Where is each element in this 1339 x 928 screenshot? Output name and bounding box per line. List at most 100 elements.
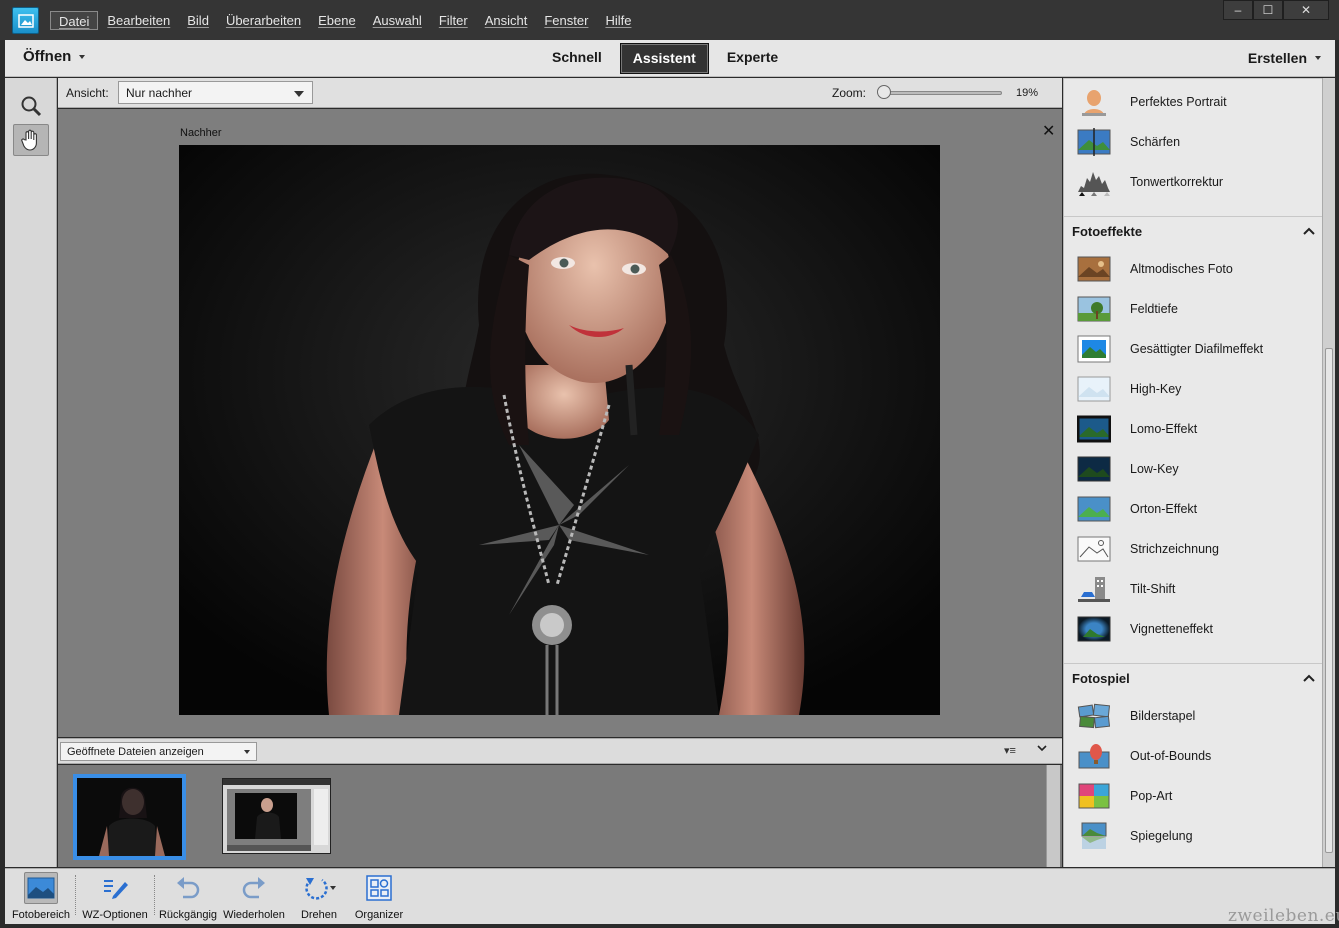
- tool-options-button[interactable]: WZ-Optionen: [79, 872, 151, 922]
- panel-item-perfektes-portrait[interactable]: Perfektes Portrait: [1076, 85, 1316, 119]
- low-key-icon: [1076, 454, 1112, 484]
- tab-assistent[interactable]: Assistent: [619, 43, 709, 74]
- panel-item-label: Pop-Art: [1130, 789, 1173, 803]
- pop-art-icon: [1076, 781, 1112, 811]
- redo-icon: [237, 872, 271, 904]
- close-window-button[interactable]: ✕: [1283, 0, 1329, 20]
- thumbnail-1[interactable]: [73, 774, 186, 860]
- title-bar: Datei Bearbeiten Bild Überarbeiten Ebene…: [0, 0, 1339, 40]
- panel-item-gesaettigter-diafilmeffekt[interactable]: Gesättigter Diafilmeffekt: [1076, 332, 1316, 366]
- rotate-icon: [302, 872, 336, 904]
- panel-item-spiegelung[interactable]: Spiegelung: [1076, 819, 1316, 853]
- menu-ansicht[interactable]: Ansicht: [477, 11, 536, 30]
- panel-item-label: Spiegelung: [1130, 829, 1193, 843]
- open-button[interactable]: Öffnen: [23, 48, 86, 65]
- chevron-up-icon: [1303, 674, 1315, 682]
- panel-item-label: Low-Key: [1130, 462, 1179, 476]
- portrait-photo: [179, 145, 940, 715]
- bin-select-value: Geöffnete Dateien anzeigen: [67, 746, 204, 758]
- thumbnail-image: [77, 778, 182, 856]
- panel-item-low-key[interactable]: Low-Key: [1076, 452, 1316, 486]
- thumbnail-2[interactable]: [222, 778, 331, 854]
- panel-item-altmodisches-foto[interactable]: Altmodisches Foto: [1076, 252, 1316, 286]
- options-bar: Ansicht: Nur nachher Zoom: 19%: [58, 78, 1062, 108]
- close-view-button[interactable]: ✕: [1042, 121, 1055, 141]
- panel-item-out-of-bounds[interactable]: Out-of-Bounds: [1076, 739, 1316, 773]
- menu-hilfe[interactable]: Hilfe: [597, 11, 639, 30]
- bottom-button-label: WZ-Optionen: [82, 909, 148, 921]
- panel-item-feldtiefe[interactable]: Feldtiefe: [1076, 292, 1316, 326]
- maximize-button[interactable]: ☐: [1253, 0, 1283, 20]
- orton-icon: [1076, 494, 1112, 524]
- guided-panel: Perfektes Portrait Schärfen Tonwertkorre…: [1063, 78, 1322, 867]
- panel-item-label: Lomo-Effekt: [1130, 422, 1198, 436]
- panel-item-orton-effekt[interactable]: Orton-Effekt: [1076, 492, 1316, 526]
- photo-bin: [58, 765, 1062, 867]
- panel-item-tonwertkorrektur[interactable]: Tonwertkorrektur: [1076, 165, 1316, 199]
- bottom-bar: Fotobereich WZ-Optionen Rückgängig Wiede…: [5, 868, 1335, 924]
- tab-schnell[interactable]: Schnell: [540, 43, 614, 74]
- panel-item-label: Gesättigter Diafilmeffekt: [1130, 342, 1264, 356]
- menu-datei[interactable]: Datei: [50, 11, 99, 30]
- menu-bild[interactable]: Bild: [179, 11, 217, 30]
- panel-item-lomo-effekt[interactable]: Lomo-Effekt: [1076, 412, 1316, 446]
- panel-item-high-key[interactable]: High-Key: [1076, 372, 1316, 406]
- panel-item-pop-art[interactable]: Pop-Art: [1076, 779, 1316, 813]
- zoom-slider[interactable]: [880, 91, 1002, 95]
- redo-button[interactable]: Wiederholen: [221, 872, 287, 922]
- panel-item-tilt-shift[interactable]: Tilt-Shift: [1076, 572, 1316, 606]
- out-of-bounds-icon: [1076, 741, 1112, 771]
- menu-filter[interactable]: Filter: [431, 11, 476, 30]
- bin-select[interactable]: Geöffnete Dateien anzeigen: [60, 742, 257, 761]
- panel-scrollbar-thumb[interactable]: [1325, 348, 1333, 853]
- chevron-down-icon: [294, 91, 304, 97]
- menu-ueberarbeiten[interactable]: Überarbeiten: [218, 11, 309, 30]
- panel-item-vignetteneffekt[interactable]: Vignetteneffekt: [1076, 612, 1316, 646]
- menu-auswahl[interactable]: Auswahl: [365, 11, 430, 30]
- photo-image[interactable]: [179, 145, 940, 715]
- zoom-tool[interactable]: [13, 90, 49, 122]
- tab-experte[interactable]: Experte: [715, 43, 790, 74]
- tilt-shift-icon: [1076, 574, 1112, 604]
- organizer-icon: [362, 872, 396, 904]
- menu-fenster[interactable]: Fenster: [536, 11, 596, 30]
- menu-bearbeiten[interactable]: Bearbeiten: [99, 11, 178, 30]
- zoom-slider-thumb[interactable]: [877, 85, 891, 99]
- panel-item-strichzeichnung[interactable]: Strichzeichnung: [1076, 532, 1316, 566]
- panel-item-label: Altmodisches Foto: [1130, 262, 1233, 276]
- bin-menu-icon[interactable]: ▾≡: [1004, 744, 1016, 757]
- menu-ebene[interactable]: Ebene: [310, 11, 364, 30]
- create-button[interactable]: Erstellen: [1248, 50, 1321, 66]
- old-photo-icon: [1076, 254, 1112, 284]
- section-title: Fotospiel: [1072, 670, 1130, 686]
- watermark: zweileben.eu: [1228, 906, 1339, 926]
- panel-item-label: Feldtiefe: [1130, 302, 1178, 316]
- minimize-button[interactable]: ‒: [1223, 0, 1253, 20]
- bottom-button-label: Rückgängig: [158, 909, 218, 921]
- photo-bin-icon: [24, 872, 58, 904]
- hand-tool[interactable]: [13, 124, 49, 156]
- zoom-value: 19%: [1016, 87, 1039, 99]
- panel-item-schaerfen[interactable]: Schärfen: [1076, 125, 1316, 159]
- panel-scrollbar[interactable]: [1322, 78, 1335, 867]
- create-label: Erstellen: [1247, 50, 1307, 66]
- bin-scrollbar[interactable]: [1046, 765, 1060, 867]
- toolbox: [5, 78, 57, 867]
- mode-tabs: Schnell Assistent Experte: [540, 43, 790, 74]
- app-logo-icon: [12, 7, 39, 34]
- section-fotospiel-header[interactable]: Fotospiel: [1072, 666, 1316, 690]
- chevron-down-icon: [79, 54, 86, 59]
- collapse-bin-button[interactable]: [1036, 742, 1048, 757]
- panel-item-bilderstapel[interactable]: Bilderstapel: [1076, 699, 1316, 733]
- photo-bin-bar: Geöffnete Dateien anzeigen ▾≡: [58, 738, 1062, 764]
- section-fotoeffekte-header[interactable]: Fotoeffekte: [1072, 219, 1316, 243]
- section-title: Fotoeffekte: [1072, 223, 1143, 239]
- rotate-button[interactable]: Drehen: [295, 872, 343, 922]
- undo-button[interactable]: Rückgängig: [157, 872, 219, 922]
- organizer-button[interactable]: Organizer: [351, 872, 407, 922]
- view-select[interactable]: Nur nachher: [118, 81, 313, 104]
- panel-item-label: Perfektes Portrait: [1130, 95, 1227, 109]
- photo-bin-button[interactable]: Fotobereich: [9, 872, 73, 922]
- high-key-icon: [1076, 374, 1112, 404]
- view-label: Ansicht:: [66, 86, 109, 100]
